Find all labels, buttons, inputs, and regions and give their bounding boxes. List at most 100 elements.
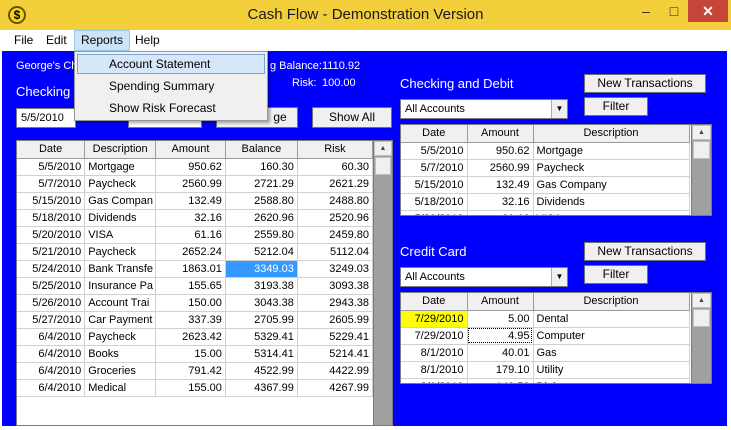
table-cell[interactable]: 4.95 bbox=[467, 327, 534, 345]
column-header[interactable]: Description bbox=[533, 293, 690, 311]
table-cell[interactable]: 5/27/2010 bbox=[17, 311, 86, 329]
table-cell[interactable]: 5/21/2010 bbox=[17, 243, 86, 261]
scroll-up-arrow-icon[interactable]: ▲ bbox=[692, 293, 711, 308]
minimize-icon[interactable]: – bbox=[632, 0, 660, 22]
table-row[interactable]: 8/1/2010 40.01 Gas bbox=[401, 344, 690, 362]
table-cell[interactable]: Insurance Pa bbox=[84, 277, 157, 295]
table-cell[interactable]: 32.16 bbox=[155, 209, 226, 227]
table-cell[interactable]: Paycheck bbox=[533, 159, 690, 177]
scroll-thumb[interactable] bbox=[375, 157, 391, 175]
table-row[interactable]: 5/7/2010 2560.99 Paycheck bbox=[401, 159, 690, 177]
register-scrollbar[interactable]: ▲ bbox=[373, 141, 392, 425]
column-header[interactable]: Amount bbox=[467, 125, 534, 143]
table-row[interactable]: 5/20/201061.16VISA bbox=[401, 210, 690, 215]
table-cell[interactable]: Gas Compan bbox=[84, 192, 157, 210]
table-cell[interactable]: 179.10 bbox=[467, 361, 534, 379]
table-cell[interactable]: Medical bbox=[84, 379, 157, 397]
table-cell[interactable]: 5212.04 bbox=[225, 243, 298, 261]
table-cell[interactable]: 950.62 bbox=[467, 142, 534, 160]
credit-account-select[interactable]: All Accounts ▼ bbox=[400, 267, 568, 287]
table-cell[interactable]: 791.42 bbox=[155, 362, 226, 380]
table-row[interactable]: 6/4/2010 Paycheck 2623.42 5329.41 5229.41 bbox=[17, 328, 374, 346]
table-cell[interactable]: 5/20/2010 bbox=[401, 210, 468, 215]
start-date-field[interactable]: 5/5/2010 bbox=[16, 108, 76, 128]
table-row[interactable]: 6/4/2010 Groceries 791.42 4522.99 4422.99 bbox=[17, 362, 374, 380]
table-cell[interactable]: 132.49 bbox=[467, 176, 534, 194]
table-cell[interactable]: 3193.38 bbox=[225, 277, 298, 295]
column-header[interactable]: Description bbox=[84, 141, 157, 159]
table-cell[interactable]: 2588.80 bbox=[225, 192, 298, 210]
table-cell[interactable]: 2943.38 bbox=[297, 294, 374, 312]
table-cell[interactable]: 2520.96 bbox=[297, 209, 374, 227]
checking-filter-button[interactable]: Filter bbox=[584, 97, 648, 116]
table-cell[interactable]: Dining bbox=[533, 378, 690, 383]
column-header[interactable]: Date bbox=[401, 293, 468, 311]
table-cell[interactable]: 5/15/2010 bbox=[17, 192, 86, 210]
table-cell[interactable]: Books bbox=[84, 345, 157, 363]
chevron-down-icon[interactable]: ▼ bbox=[551, 268, 567, 286]
table-cell[interactable]: 5/7/2010 bbox=[17, 175, 86, 193]
table-cell[interactable]: 4367.99 bbox=[225, 379, 298, 397]
table-row[interactable]: 5/15/2010 Gas Compan 132.49 2588.80 2488.80 bbox=[17, 192, 374, 210]
table-cell[interactable]: 4267.99 bbox=[297, 379, 374, 397]
credit-scrollbar[interactable]: ▲ bbox=[691, 293, 711, 383]
table-cell[interactable]: 950.62 bbox=[155, 158, 226, 176]
column-header[interactable]: Risk bbox=[297, 141, 374, 159]
table-row[interactable]: 5/7/2010 Paycheck 2560.99 2721.29 2621.29 bbox=[17, 175, 374, 193]
table-cell[interactable]: 2560.99 bbox=[467, 159, 534, 177]
table-cell[interactable]: 140.50 bbox=[467, 378, 534, 383]
table-row[interactable]: 5/5/2010 Mortgage 950.62 160.30 60.30 bbox=[17, 158, 374, 176]
chevron-down-icon[interactable]: ▼ bbox=[551, 100, 567, 118]
table-cell[interactable]: 5/15/2010 bbox=[401, 176, 468, 194]
menu-file[interactable]: File bbox=[8, 30, 39, 51]
table-cell[interactable]: 3249.03 bbox=[297, 260, 374, 278]
menu-account-statement[interactable]: Account Statement bbox=[77, 54, 265, 74]
table-cell[interactable]: 8/1/2010 bbox=[401, 344, 468, 362]
table-cell[interactable]: 155.00 bbox=[155, 379, 226, 397]
table-cell[interactable]: 150.00 bbox=[155, 294, 226, 312]
column-header[interactable]: Amount bbox=[467, 293, 534, 311]
table-cell[interactable]: 5/5/2010 bbox=[401, 142, 468, 160]
table-row[interactable]: 8/1/2010 179.10 Utility bbox=[401, 361, 690, 379]
table-cell[interactable]: Paycheck bbox=[84, 328, 157, 346]
menu-spending-summary[interactable]: Spending Summary bbox=[77, 76, 265, 96]
table-row[interactable]: 8/1/2010140.50Dining bbox=[401, 378, 690, 383]
table-cell[interactable]: 160.30 bbox=[225, 158, 298, 176]
table-cell[interactable]: 2652.24 bbox=[155, 243, 226, 261]
table-cell[interactable]: 15.00 bbox=[155, 345, 226, 363]
table-cell[interactable]: 40.01 bbox=[467, 344, 534, 362]
table-cell[interactable]: 132.49 bbox=[155, 192, 226, 210]
table-cell[interactable]: 2623.42 bbox=[155, 328, 226, 346]
table-row[interactable]: 7/29/2010 5.00 Dental bbox=[401, 310, 690, 328]
table-cell[interactable]: Dividends bbox=[84, 209, 157, 227]
menu-help[interactable]: Help bbox=[129, 30, 166, 51]
table-row[interactable]: 7/29/2010 4.95 Computer bbox=[401, 327, 690, 345]
table-cell[interactable]: 7/29/2010 bbox=[401, 327, 468, 345]
table-cell[interactable]: 5.00 bbox=[467, 310, 534, 328]
menu-show-risk-forecast[interactable]: Show Risk Forecast bbox=[77, 98, 265, 118]
table-row[interactable]: 5/18/2010 Dividends 32.16 2620.96 2520.96 bbox=[17, 209, 374, 227]
table-cell[interactable]: 2721.29 bbox=[225, 175, 298, 193]
table-cell[interactable]: 2621.29 bbox=[297, 175, 374, 193]
table-cell[interactable]: 5229.41 bbox=[297, 328, 374, 346]
table-cell[interactable]: 5/24/2010 bbox=[17, 260, 86, 278]
table-cell[interactable]: 3043.38 bbox=[225, 294, 298, 312]
table-cell[interactable]: Computer bbox=[533, 327, 690, 345]
table-cell[interactable]: 6/4/2010 bbox=[17, 328, 86, 346]
table-cell[interactable]: Dental bbox=[533, 310, 690, 328]
table-cell[interactable]: 5/20/2010 bbox=[17, 226, 86, 244]
table-cell[interactable]: 8/1/2010 bbox=[401, 361, 468, 379]
credit-grid[interactable]: Date Amount Description 7/29/2010 5.00 Denta… bbox=[400, 292, 712, 384]
menu-reports[interactable]: Reports bbox=[74, 30, 131, 51]
table-row[interactable]: 6/4/2010 Medical 155.00 4367.99 4267.99 bbox=[17, 379, 374, 397]
table-cell[interactable]: 5/18/2010 bbox=[401, 193, 468, 211]
table-cell[interactable]: 6/4/2010 bbox=[17, 345, 86, 363]
table-cell[interactable]: 2459.80 bbox=[297, 226, 374, 244]
table-cell[interactable]: 32.16 bbox=[467, 193, 534, 211]
table-cell[interactable]: 155.65 bbox=[155, 277, 226, 295]
checking-account-select[interactable]: All Accounts ▼ bbox=[400, 99, 568, 119]
table-cell[interactable]: 2559.80 bbox=[225, 226, 298, 244]
table-row[interactable]: 5/5/2010 950.62 Mortgage bbox=[401, 142, 690, 160]
table-cell[interactable]: 5112.04 bbox=[297, 243, 374, 261]
table-row[interactable]: 5/18/2010 32.16 Dividends bbox=[401, 193, 690, 211]
